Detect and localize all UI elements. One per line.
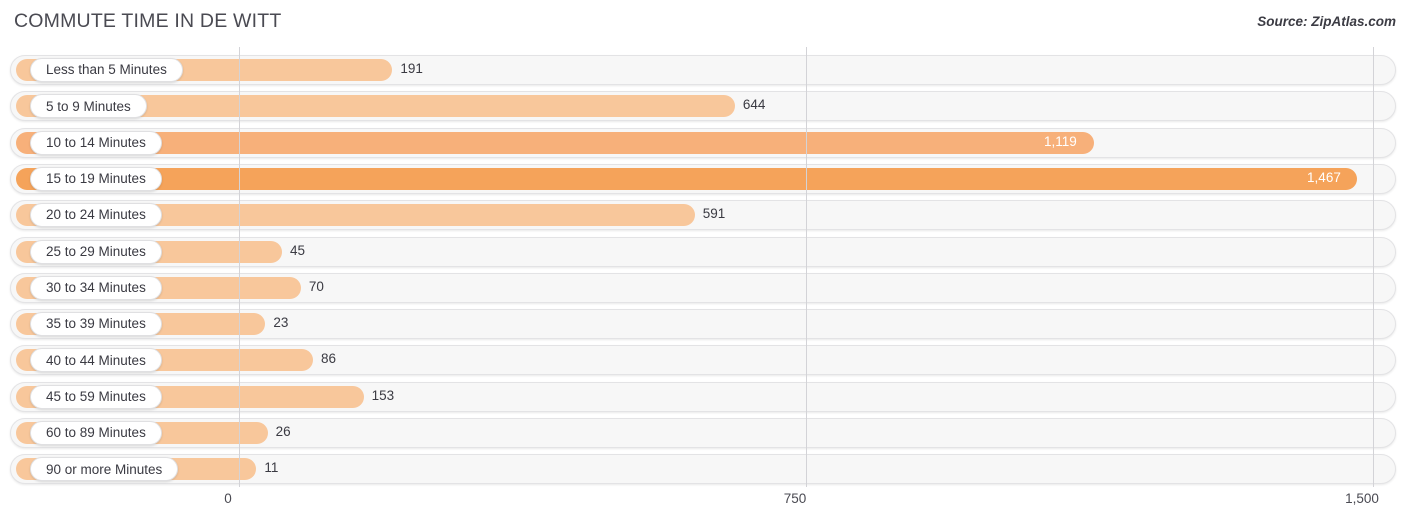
- bar-fill[interactable]: [16, 167, 1358, 190]
- bar-category-text: 40 to 44 Minutes: [46, 352, 146, 368]
- axis-tick-label: 1,500: [1345, 491, 1379, 506]
- bar-row[interactable]: 40 to 44 Minutes 86: [10, 345, 1396, 376]
- bar-value-label: 86: [321, 351, 337, 367]
- bar-value-label: 45: [290, 242, 306, 258]
- bar-row[interactable]: 25 to 29 Minutes 45: [10, 236, 1396, 267]
- bar-row[interactable]: 10 to 14 Minutes 1,119: [10, 127, 1396, 158]
- bar-category-label: 20 to 24 Minutes: [30, 203, 162, 228]
- bar-category-label: Less than 5 Minutes: [30, 58, 183, 82]
- bar-category-label: 60 to 89 Minutes: [30, 421, 162, 445]
- bar-value-label: 11: [264, 460, 279, 476]
- bar-category-text: 10 to 14 Minutes: [46, 134, 146, 150]
- bar-row[interactable]: 20 to 24 Minutes 591: [10, 200, 1396, 231]
- bar-fill[interactable]: [16, 131, 1094, 154]
- bar-category-label: 25 to 29 Minutes: [30, 239, 162, 264]
- bar-category-text: 30 to 34 Minutes: [46, 280, 146, 296]
- bar-row[interactable]: 90 or more Minutes 11: [10, 454, 1396, 485]
- axis-tick-label: 750: [783, 491, 807, 506]
- bar-value-label: 23: [273, 315, 289, 331]
- bar-row[interactable]: Less than 5 Minutes 191: [10, 55, 1396, 85]
- bar-category-label: 15 to 19 Minutes: [30, 166, 162, 191]
- bar-row[interactable]: 5 to 9 Minutes 644: [10, 91, 1396, 122]
- bar-category-label: 90 or more Minutes: [30, 457, 179, 482]
- bar-row[interactable]: 45 to 59 Minutes 153: [10, 381, 1396, 412]
- bar-value-label: 191: [400, 61, 423, 76]
- bar-value-label: 153: [371, 387, 395, 403]
- bar-row[interactable]: 15 to 19 Minutes 1,467: [10, 163, 1396, 194]
- bar-category-text: 20 to 24 Minutes: [46, 207, 146, 223]
- page-title: COMMUTE TIME IN DE WITT: [14, 10, 282, 32]
- chart-plot-area: Less than 5 Minutes 191 5 to 9 Minutes 644 1…: [0, 47, 1406, 487]
- bar-category-text: 15 to 19 Minutes: [46, 171, 146, 187]
- chart-header: COMMUTE TIME IN DE WITT Source: ZipAtlas…: [0, 0, 1406, 45]
- bar-category-text: 25 to 29 Minutes: [46, 243, 146, 259]
- bar-row[interactable]: 60 to 89 Minutes 26: [10, 418, 1396, 448]
- bar-value-label: 591: [702, 206, 726, 222]
- bar-row[interactable]: 35 to 39 Minutes 23: [10, 309, 1396, 340]
- bar-category-text: 90 or more Minutes: [46, 461, 163, 477]
- axis-tick-label: 0: [224, 491, 232, 506]
- bar-category-label: 5 to 9 Minutes: [30, 94, 147, 119]
- bar-value-label: 70: [308, 278, 324, 294]
- bar-category-label: 40 to 44 Minutes: [30, 348, 162, 373]
- bar-category-label: 10 to 14 Minutes: [30, 130, 162, 155]
- bar-category-text: Less than 5 Minutes: [46, 62, 167, 78]
- bar-category-label: 35 to 39 Minutes: [30, 312, 162, 337]
- bar-category-text: 60 to 89 Minutes: [46, 425, 146, 441]
- bar-category-text: 35 to 39 Minutes: [46, 316, 146, 332]
- bar-rows: Less than 5 Minutes 191 5 to 9 Minutes 644 1…: [0, 47, 1406, 487]
- bar-value-label: 1,119: [1043, 133, 1077, 149]
- source-attribution: Source: ZipAtlas.com: [1257, 14, 1396, 29]
- bar-value-label: 26: [275, 424, 291, 439]
- bar-category-label: 45 to 59 Minutes: [30, 384, 162, 409]
- bar-value-label: 644: [742, 97, 766, 113]
- bar-row[interactable]: 30 to 34 Minutes 70: [10, 272, 1396, 303]
- bar-category-text: 5 to 9 Minutes: [46, 98, 131, 114]
- x-axis: 0 750 1,500: [0, 487, 1406, 523]
- bar-category-label: 30 to 34 Minutes: [30, 275, 162, 300]
- bar-value-label: 1,467: [1307, 169, 1341, 185]
- bar-category-text: 45 to 59 Minutes: [46, 388, 146, 404]
